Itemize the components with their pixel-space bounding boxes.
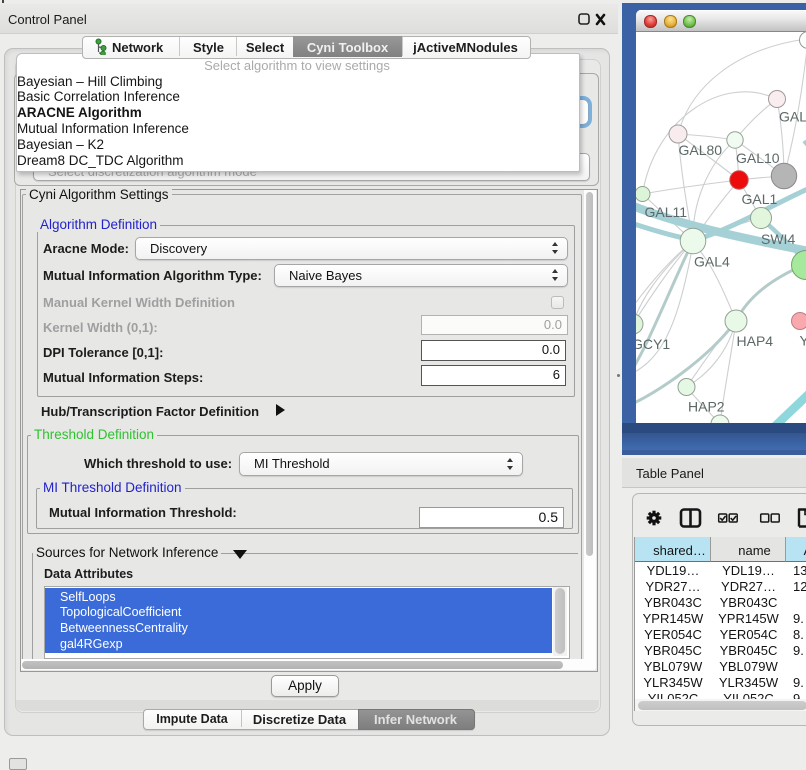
svg-text:HAP4: HAP4: [737, 333, 774, 349]
svg-text:GAL1: GAL1: [742, 191, 778, 207]
svg-text:GAL10: GAL10: [736, 150, 780, 166]
svg-text:GAL11: GAL11: [645, 204, 688, 220]
svg-text:GAL80: GAL80: [779, 109, 806, 125]
svg-text:GCY1: GCY1: [636, 336, 670, 352]
svg-text:GAL4: GAL4: [694, 254, 730, 270]
svg-text:GAL80: GAL80: [679, 142, 723, 158]
svg-text:SWI4: SWI4: [761, 231, 795, 247]
svg-text:Y: Y: [800, 333, 806, 349]
svg-text:HAP2: HAP2: [688, 399, 725, 415]
